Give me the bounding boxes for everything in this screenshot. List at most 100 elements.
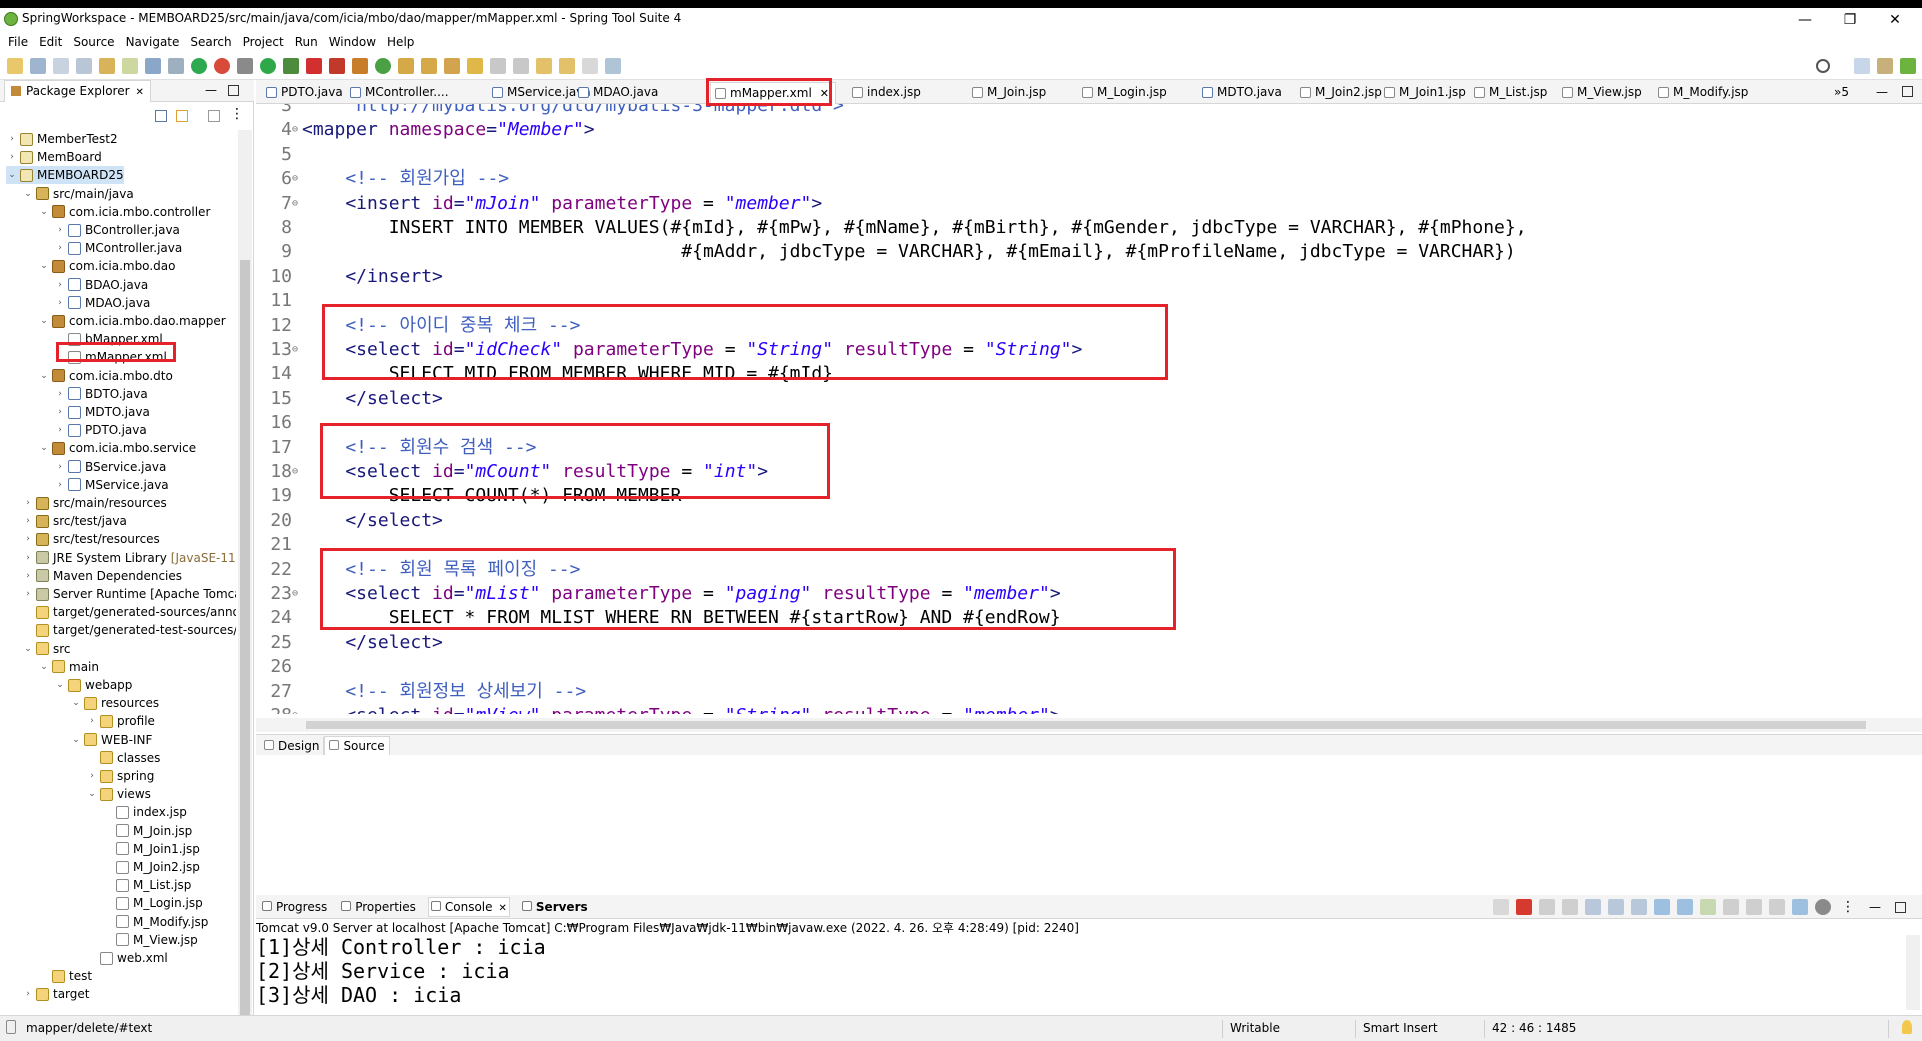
tree-item[interactable]: target/generated-test-sources/te	[22, 621, 236, 639]
tree-item[interactable]: M_Login.jsp	[102, 894, 203, 912]
maximize-icon[interactable]	[228, 85, 239, 96]
chevron-right-icon[interactable]: ›	[6, 152, 18, 162]
tree-item[interactable]: ⌄ com.icia.mbo.dao.mapper	[38, 312, 225, 330]
annotation-icon[interactable]	[467, 57, 483, 74]
editor-tab[interactable]: M_View.jsp	[1558, 82, 1648, 104]
open-folder-icon[interactable]	[398, 57, 414, 74]
new-icon[interactable]	[7, 57, 23, 74]
open-console-icon[interactable]	[1700, 899, 1716, 915]
pin-editor-icon[interactable]	[605, 57, 621, 74]
maximize-icon[interactable]	[1902, 86, 1913, 97]
chevron-down-icon[interactable]: ⌄	[38, 316, 50, 326]
last-edit-icon[interactable]	[536, 57, 552, 74]
chevron-down-icon[interactable]: ⌄	[38, 261, 50, 271]
chevron-right-icon[interactable]: ›	[54, 407, 66, 417]
menu-navigate[interactable]: Navigate	[126, 35, 180, 49]
editor-horizontal-scrollbar[interactable]	[256, 718, 1922, 732]
tree-item[interactable]: › spring	[86, 767, 154, 785]
tree-item[interactable]: › Server Runtime [Apache Tomcat	[22, 585, 236, 603]
minimize-icon[interactable]: —	[205, 83, 217, 97]
word-wrap-icon[interactable]	[1608, 899, 1624, 915]
tree-item[interactable]: › BService.java	[54, 458, 166, 476]
editor-tab[interactable]: M_Join.jsp	[968, 82, 1052, 104]
minimize-button[interactable]: —	[1790, 10, 1820, 30]
menu-file[interactable]: File	[8, 35, 28, 49]
terminate-all-icon[interactable]	[1493, 899, 1509, 915]
chevron-right-icon[interactable]: ›	[6, 134, 18, 144]
tree-item[interactable]: ⌄ src	[22, 640, 70, 658]
editor-tab[interactable]: PDTO.java	[262, 82, 349, 104]
filters-icon[interactable]	[208, 110, 220, 122]
editor-tab[interactable]: MDTO.java	[1198, 82, 1288, 104]
tree-item[interactable]: ⌄ webapp	[54, 676, 132, 694]
tree-item[interactable]: › src/test/java	[22, 512, 127, 530]
tab-servers[interactable]: Servers	[520, 898, 590, 916]
tree-item[interactable]: index.jsp	[102, 803, 187, 821]
tree-item[interactable]: ⌄ com.icia.mbo.dao	[38, 257, 175, 275]
tree-item[interactable]: › MDAO.java	[54, 294, 150, 312]
tree-item[interactable]: › MDTO.java	[54, 403, 150, 421]
new-class-icon[interactable]	[375, 57, 391, 74]
maximize-icon[interactable]	[1895, 901, 1906, 913]
menu-edit[interactable]: Edit	[39, 35, 62, 49]
tree-item[interactable]: › target	[22, 985, 89, 1003]
chevron-right-icon[interactable]: ›	[22, 571, 34, 581]
chevron-down-icon[interactable]: ⌄	[22, 189, 34, 199]
open-perspective-icon[interactable]	[1854, 57, 1870, 74]
tree-scrollbar-thumb[interactable]	[240, 260, 250, 1020]
chevron-right-icon[interactable]: ›	[54, 225, 66, 235]
chevron-down-icon[interactable]: ⌄	[38, 207, 50, 217]
tab-design[interactable]: Design	[260, 736, 325, 755]
chevron-right-icon[interactable]: ›	[54, 425, 66, 435]
tip-bulb-icon[interactable]	[1902, 1020, 1912, 1034]
show-stderr-icon[interactable]	[1654, 899, 1670, 915]
editor-tab[interactable]: M_Join1.jsp	[1380, 82, 1472, 104]
chevron-right-icon[interactable]: ›	[22, 516, 34, 526]
chevron-right-icon[interactable]: ›	[54, 243, 66, 253]
task-icon[interactable]	[444, 57, 460, 74]
tree-item[interactable]: M_View.jsp	[102, 931, 198, 949]
close-tab-icon[interactable]: ✕	[499, 903, 507, 914]
editor-tab[interactable]: MDAO.java	[574, 82, 664, 104]
chevron-down-icon[interactable]: ⌄	[70, 735, 82, 745]
tree-item[interactable]: ⌄ com.icia.mbo.service	[38, 439, 196, 457]
tree-item[interactable]: M_List.jsp	[102, 876, 191, 894]
boot-dashboard-icon[interactable]	[191, 57, 207, 74]
remove-all-icon[interactable]	[1562, 899, 1578, 915]
chevron-down-icon[interactable]: ⌄	[6, 170, 18, 180]
console-scrollbar[interactable]	[1906, 935, 1920, 1010]
menu-source[interactable]: Source	[73, 35, 114, 49]
tree-item[interactable]: test	[38, 967, 92, 985]
tree-item[interactable]: › src/test/resources	[22, 530, 160, 548]
copy-icon[interactable]	[1769, 899, 1785, 915]
view-menu-icon[interactable]: ⋮	[230, 106, 244, 122]
tree-item[interactable]: ⌄ WEB-INF	[70, 731, 152, 749]
editor-tab[interactable]: M_Login.jsp	[1078, 82, 1173, 104]
menu-help[interactable]: Help	[387, 35, 414, 49]
chevron-right-icon[interactable]: ›	[54, 389, 66, 399]
editor-tab[interactable]: index.jsp	[848, 82, 927, 104]
tree-item[interactable]: › profile	[86, 712, 155, 730]
chevron-down-icon[interactable]: ⌄	[38, 371, 50, 381]
menu-window[interactable]: Window	[329, 35, 376, 49]
settings-icon[interactable]	[1815, 899, 1831, 915]
coverage-icon[interactable]	[283, 57, 299, 74]
chevron-down-icon[interactable]: ⌄	[22, 644, 34, 654]
external-tools-icon[interactable]	[329, 57, 345, 74]
chevron-right-icon[interactable]: ›	[22, 534, 34, 544]
tree-item[interactable]: M_Join.jsp	[102, 822, 192, 840]
editor-tab[interactable]: MController....	[346, 82, 455, 104]
tree-item[interactable]: M_Join1.jsp	[102, 840, 200, 858]
menu-project[interactable]: Project	[243, 35, 284, 49]
link-with-editor-icon[interactable]	[176, 110, 188, 122]
run-icon[interactable]	[260, 57, 276, 74]
maximize-button[interactable]: ❐	[1835, 10, 1865, 30]
chevron-right-icon[interactable]: ›	[86, 771, 98, 781]
search-icon[interactable]	[1816, 58, 1830, 73]
tree-item[interactable]: › JRE System Library [JavaSE-11]	[22, 549, 236, 567]
java-ee-perspective-icon[interactable]	[1877, 57, 1893, 74]
tree-item[interactable]: › BDAO.java	[54, 276, 148, 294]
editor-tab[interactable]: M_Join2.jsp	[1296, 82, 1388, 104]
save-icon[interactable]	[30, 57, 46, 74]
open-project-icon[interactable]	[421, 57, 437, 74]
